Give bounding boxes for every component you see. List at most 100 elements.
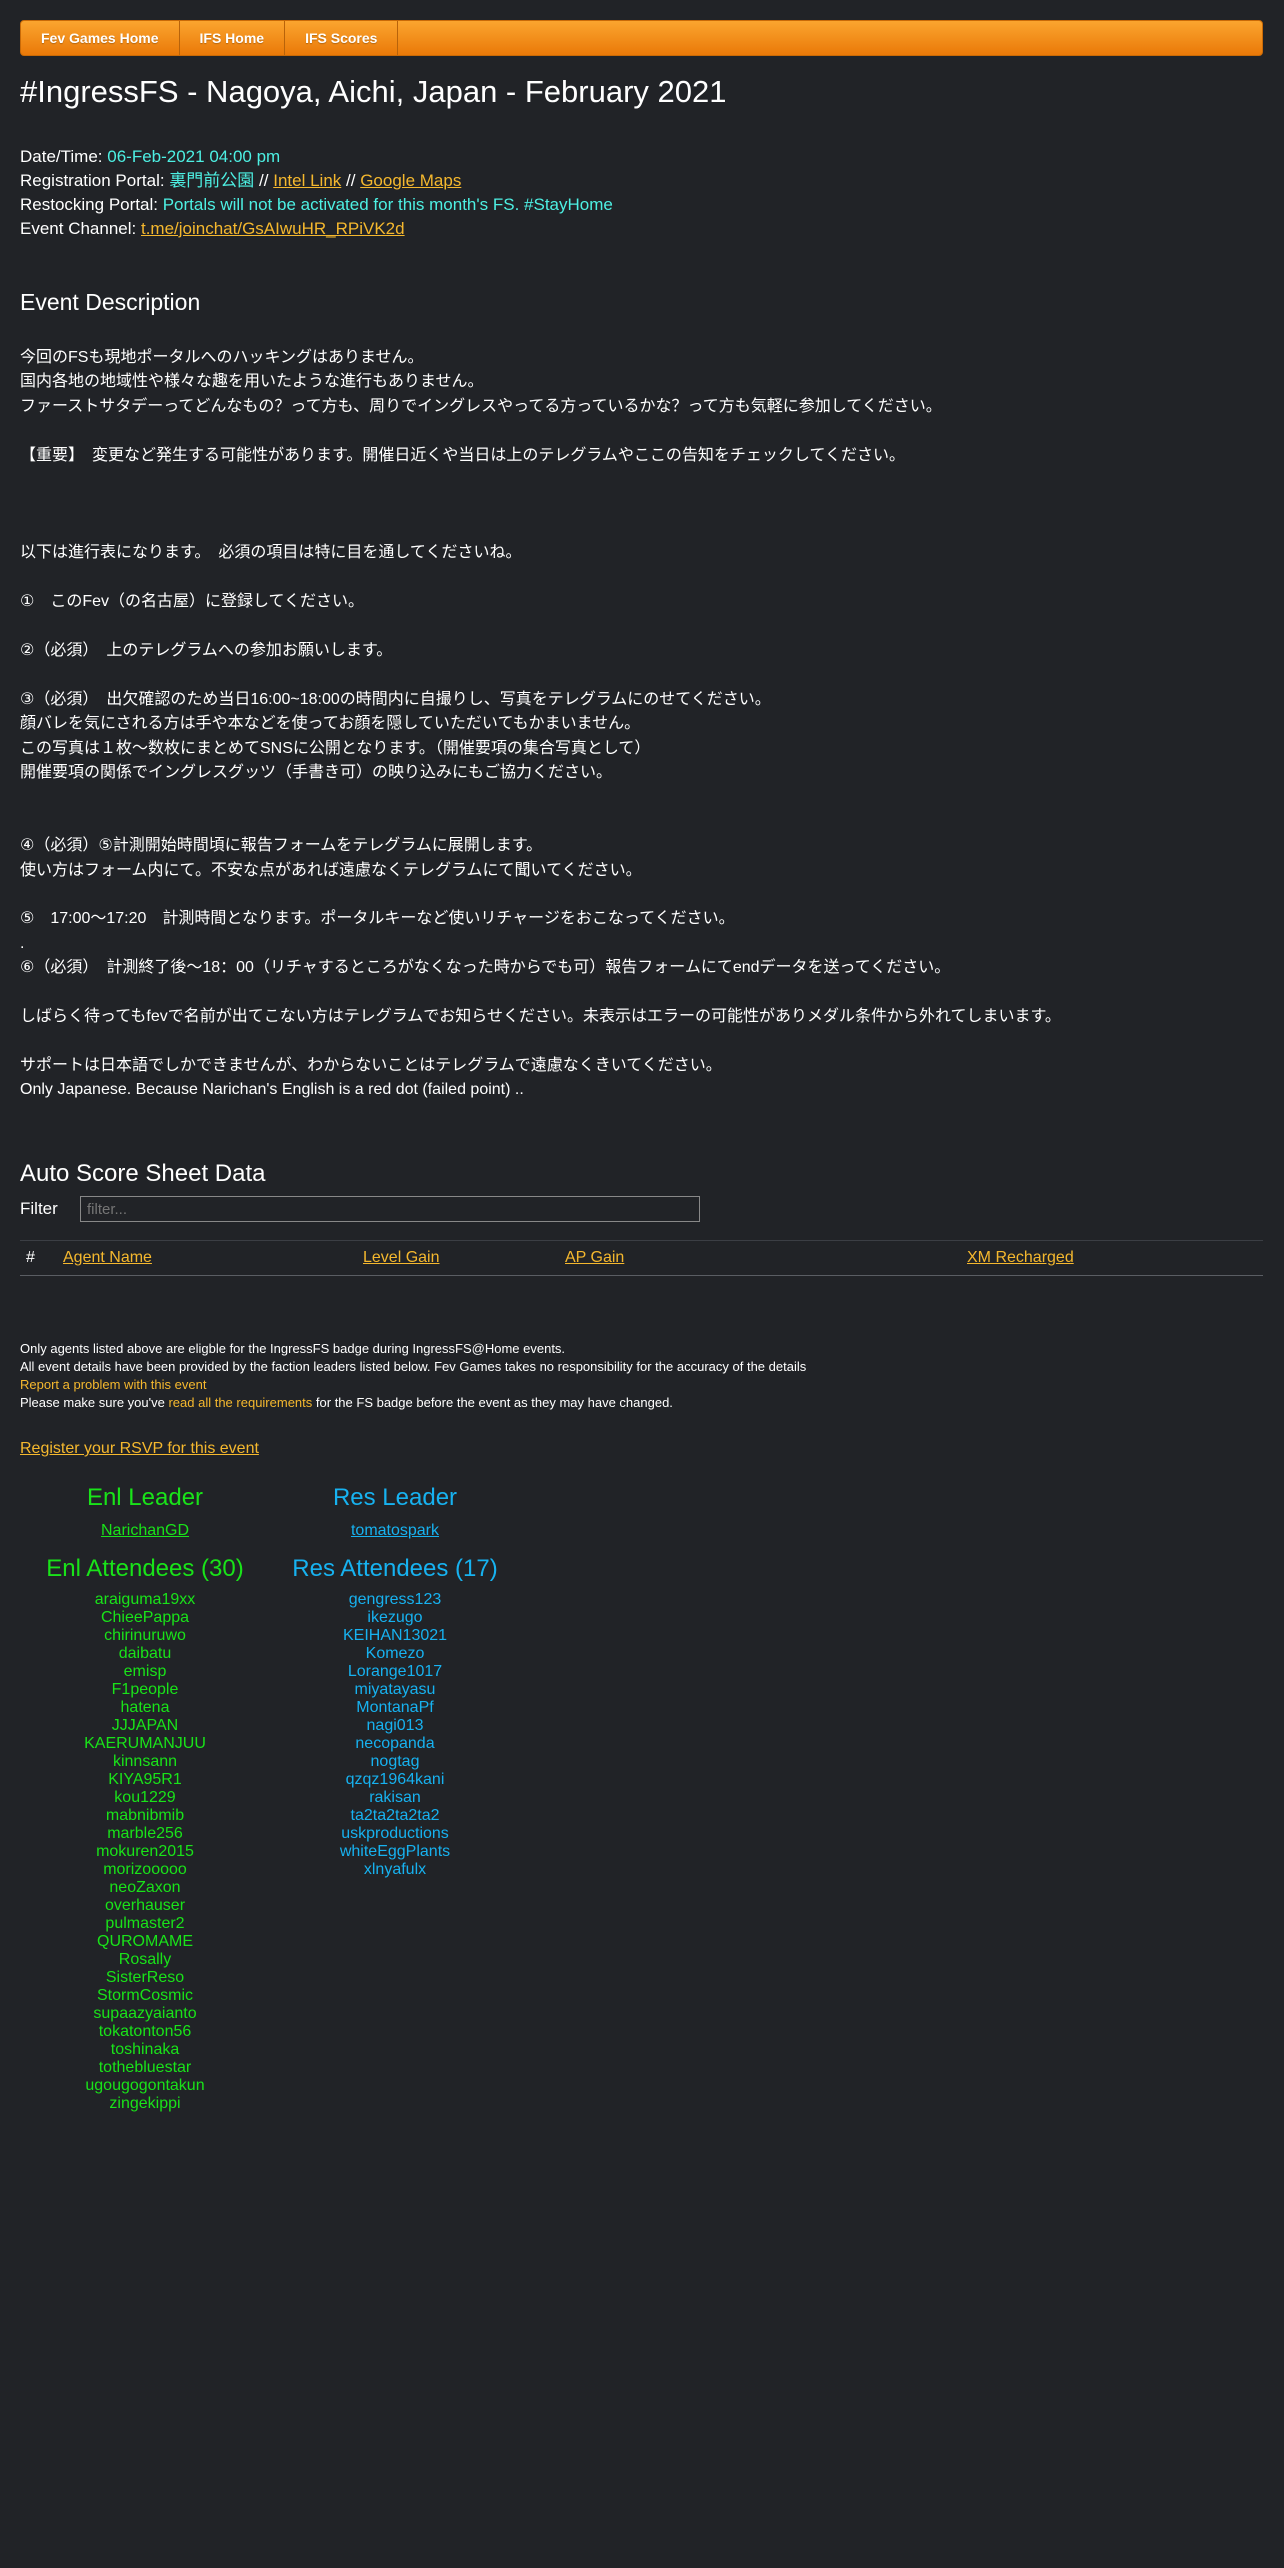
enl-attendee: QUROMAME	[97, 1933, 193, 1950]
enl-attendee: mokuren2015	[96, 1843, 194, 1860]
res-attendee: gengress123	[348, 1591, 442, 1608]
report-problem-link[interactable]: Report a problem with this event	[20, 1377, 206, 1392]
res-attendee: nogtag	[370, 1753, 420, 1770]
res-attendee: ikezugo	[367, 1609, 423, 1626]
enl-attendee: araiguma19xx	[94, 1591, 196, 1608]
res-leader-name[interactable]: tomatospark	[351, 1522, 439, 1539]
page-title: #IngressFS - Nagoya, Aichi, Japan - Febr…	[20, 74, 727, 109]
col-index: #	[26, 1249, 35, 1266]
filter-row: Filter	[20, 1196, 700, 1222]
res-attendee: rakisan	[369, 1789, 421, 1806]
note-eligibility: Only agents listed above are eligble for…	[20, 1341, 566, 1356]
filter-input[interactable]	[80, 1196, 700, 1222]
res-leader-block: Res Leader tomatospark	[290, 1484, 500, 1540]
datetime-label: Date/Time:	[20, 147, 103, 166]
nav-ifs-scores[interactable]: IFS Scores	[285, 21, 399, 55]
enl-leader-block: Enl Leader NarichanGD	[40, 1484, 250, 1540]
res-leader-heading: Res Leader	[332, 1484, 458, 1511]
event-description-text: 今回のFSも現地ポータルへのハッキングはありません。 国内各地の地域性や様々な趣…	[20, 349, 1061, 1099]
res-attendee: uskproductions	[341, 1825, 449, 1842]
event-description-heading: Event Description	[20, 289, 201, 315]
separator: //	[346, 171, 356, 190]
registration-label: Registration Portal:	[20, 171, 165, 190]
col-ap-gain[interactable]: AP Gain	[565, 1249, 624, 1267]
enl-attendee: pulmaster2	[105, 1915, 185, 1932]
google-maps-link[interactable]: Google Maps	[360, 171, 461, 190]
col-xm-recharged[interactable]: XM Recharged	[967, 1249, 1074, 1267]
event-channel-link[interactable]: t.me/joinchat/GsAIwuHR_RPiVK2d	[141, 219, 405, 238]
res-attendee: KEIHAN13021	[342, 1627, 448, 1644]
enl-attendee: KAERUMANJUU	[84, 1735, 206, 1752]
registration-portal: 裏門前公園	[169, 171, 255, 190]
note-requirements: Please make sure you've read all the req…	[20, 1394, 806, 1412]
enl-attendees-heading: Enl Attendees (30)	[46, 1555, 244, 1582]
enl-attendee: daibatu	[118, 1645, 172, 1662]
enl-attendee: emisp	[123, 1663, 167, 1680]
enl-attendee: morizooooo	[103, 1861, 187, 1878]
enl-attendee-list: araiguma19xx ChieePappa chirinuruwo daibatu…	[40, 1591, 250, 2113]
note-requirements-pre: Please make sure you've	[20, 1395, 165, 1410]
note-disclaimer: All event details have been provided by …	[20, 1359, 807, 1374]
res-attendee: Lorange1017	[347, 1663, 443, 1680]
enl-attendee: overhauser	[104, 1897, 186, 1914]
enl-attendee: chirinuruwo	[104, 1627, 186, 1644]
res-attendee: necopanda	[355, 1735, 435, 1752]
enl-attendee: ugougogontakun	[85, 2077, 205, 2094]
res-attendee: nagi013	[366, 1717, 424, 1734]
nav-fev-games-home[interactable]: Fev Games Home	[21, 21, 180, 55]
res-attendee: miyatayasu	[354, 1681, 436, 1698]
res-attendee: qzqz1964kani	[345, 1771, 445, 1788]
enl-attendee: toshinaka	[110, 2041, 180, 2058]
enl-leader-heading: Enl Leader	[86, 1484, 204, 1511]
enl-attendee: JJJAPAN	[111, 1717, 179, 1734]
score-sheet-heading: Auto Score Sheet Data	[20, 1160, 266, 1187]
rsvp-link[interactable]: Register your RSVP for this event	[20, 1440, 259, 1458]
enl-attendee: kinnsann	[112, 1753, 178, 1770]
intel-link[interactable]: Intel Link	[273, 171, 341, 190]
enl-attendee: SisterReso	[105, 1969, 185, 1986]
separator: //	[259, 171, 269, 190]
enl-attendees-block: Enl Attendees (30) araiguma19xx ChieePapp…	[40, 1555, 250, 2113]
note-requirements-post: for the FS badge before the event as the…	[315, 1395, 673, 1410]
enl-attendee: mabnibmib	[105, 1807, 185, 1824]
restocking-label: Restocking Portal:	[20, 195, 158, 214]
enl-attendee: StormCosmic	[96, 1987, 193, 2004]
res-attendees-heading: Res Attendees (17)	[292, 1555, 498, 1582]
enl-attendee: marble256	[107, 1825, 183, 1842]
event-notes: Only agents listed above are eligble for…	[20, 1340, 806, 1412]
enl-attendee: supaazyaianto	[93, 2005, 197, 2022]
enl-attendee: ChieePappa	[100, 1609, 190, 1626]
res-attendee: xlnyafulx	[363, 1861, 427, 1878]
restocking-row: Restocking Portal: Portals will not be a…	[20, 193, 613, 217]
enl-leader-name[interactable]: NarichanGD	[101, 1522, 189, 1539]
requirements-link[interactable]: read all the requirements	[168, 1395, 312, 1410]
col-agent-name[interactable]: Agent Name	[63, 1249, 152, 1267]
res-attendees-block: Res Attendees (17) gengress123 ikezugo KEI…	[290, 1555, 500, 1879]
nav-ifs-home[interactable]: IFS Home	[180, 21, 286, 55]
enl-attendee: tothebluestar	[98, 2059, 192, 2076]
datetime-value: 06-Feb-2021 04:00 pm	[107, 147, 281, 166]
score-table-header: # Agent Name Level Gain AP Gain XM Recha…	[20, 1240, 1263, 1276]
channel-label: Event Channel:	[20, 219, 137, 238]
res-attendee: whiteEggPlants	[339, 1843, 451, 1860]
event-meta: Date/Time: 06-Feb-2021 04:00 pm Registra…	[20, 145, 613, 241]
enl-attendee: Rosally	[118, 1951, 172, 1968]
registration-row: Registration Portal: 裏門前公園 // Intel Link…	[20, 169, 613, 193]
enl-attendee: KIYA95R1	[108, 1771, 182, 1788]
channel-row: Event Channel: t.me/joinchat/GsAIwuHR_RP…	[20, 217, 613, 241]
enl-attendee: kou1229	[114, 1789, 176, 1806]
enl-attendee: tokatonton56	[98, 2023, 192, 2040]
datetime-row: Date/Time: 06-Feb-2021 04:00 pm	[20, 145, 613, 169]
col-level-gain[interactable]: Level Gain	[363, 1249, 440, 1267]
res-attendee: MontanaPf	[356, 1699, 434, 1716]
restocking-value: Portals will not be activated for this m…	[162, 195, 613, 214]
res-attendee: Komezo	[365, 1645, 425, 1662]
filter-label: Filter	[20, 1199, 58, 1218]
enl-attendee: F1people	[111, 1681, 179, 1698]
enl-attendee: zingekippi	[109, 2095, 181, 2112]
res-attendee-list: gengress123 ikezugo KEIHAN13021 Komezo Loran…	[290, 1591, 500, 1879]
top-navbar: Fev Games Home IFS Home IFS Scores	[20, 20, 1263, 56]
enl-attendee: hatena	[120, 1699, 170, 1716]
enl-attendee: neoZaxon	[109, 1879, 181, 1896]
res-attendee: ta2ta2ta2ta2	[350, 1807, 440, 1824]
